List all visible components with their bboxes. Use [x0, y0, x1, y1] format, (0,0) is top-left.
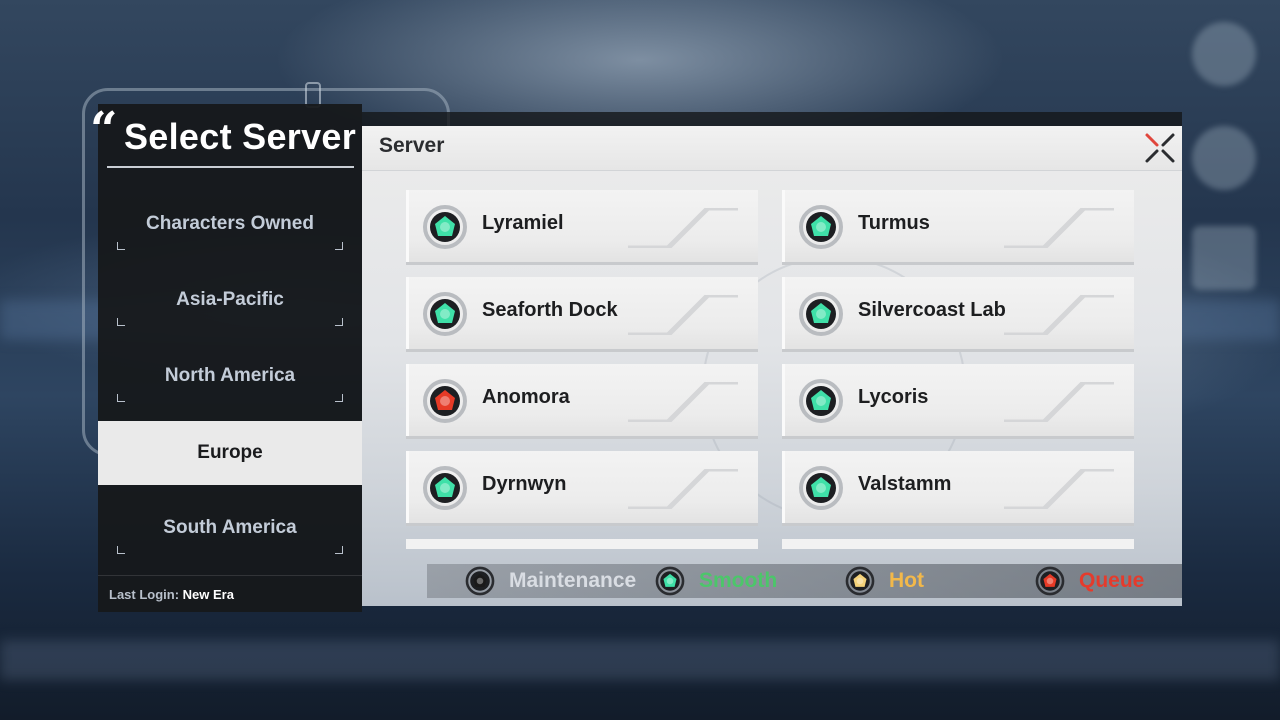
- server-card[interactable]: Dyrnwyn: [406, 451, 758, 523]
- corner-bracket-decor: [335, 394, 343, 402]
- region-tab-label: North America: [164, 365, 296, 386]
- server-card[interactable]: Lyramiel: [406, 190, 758, 262]
- corner-bracket-decor: [117, 242, 125, 250]
- server-card[interactable]: Valstamm: [782, 451, 1134, 523]
- window-title: Server: [379, 134, 445, 157]
- server-card[interactable]: Seaforth Dock: [406, 277, 758, 349]
- region-tab[interactable]: South America: [98, 496, 362, 560]
- card-edge-decor: [406, 190, 409, 262]
- card-stripe-decor: [1004, 295, 1114, 335]
- server-name: Seaforth Dock: [482, 299, 618, 321]
- side-menu-icon: [1192, 226, 1256, 290]
- legend-item: Maintenance: [465, 564, 636, 598]
- server-status: [798, 465, 844, 511]
- last-login: Last Login: New Era: [109, 587, 234, 602]
- card-stripe-decor: [628, 295, 738, 335]
- server-card[interactable]: Silvercoast Lab: [782, 277, 1134, 349]
- status-smooth-icon: [799, 379, 843, 423]
- card-edge-decor: [782, 190, 785, 262]
- status-smooth-icon: [423, 205, 467, 249]
- server-status: [422, 465, 468, 511]
- page-title: Select Server: [124, 116, 357, 157]
- server-card-partial: [406, 539, 758, 549]
- server-name: Valstamm: [858, 473, 952, 495]
- card-stripe-decor: [1004, 382, 1114, 422]
- server-card[interactable]: Lycoris: [782, 364, 1134, 436]
- title-underline: [107, 166, 354, 168]
- side-menu-icon: [1192, 126, 1256, 190]
- legend-label: Queue: [1079, 569, 1145, 592]
- server-status: [422, 378, 468, 424]
- card-edge-decor: [782, 277, 785, 349]
- card-edge-decor: [782, 451, 785, 523]
- window-shadow: [362, 112, 1182, 126]
- server-name: Lyramiel: [482, 212, 564, 234]
- region-tab[interactable]: Asia-Pacific: [98, 268, 362, 332]
- server-window: Server Lyramiel Turmus Seaforth Dock Silver…: [362, 126, 1182, 606]
- divider: [98, 575, 362, 576]
- quote-mark-icon: “: [90, 102, 118, 158]
- server-status: [798, 291, 844, 337]
- status-smooth-icon: [655, 566, 685, 596]
- server-name: Dyrnwyn: [482, 473, 567, 495]
- card-edge-decor: [406, 451, 409, 523]
- server-status: [798, 204, 844, 250]
- status-maintenance-icon: [465, 566, 495, 596]
- legend-item: Smooth: [655, 564, 777, 598]
- status-smooth-icon: [423, 466, 467, 510]
- server-card[interactable]: Anomora: [406, 364, 758, 436]
- status-smooth-icon: [799, 292, 843, 336]
- status-smooth-icon: [799, 205, 843, 249]
- card-stripe-decor: [1004, 208, 1114, 248]
- close-button[interactable]: [1144, 132, 1176, 164]
- server-name: Anomora: [482, 386, 570, 408]
- region-tab-label: Europe: [197, 442, 263, 463]
- card-edge-decor: [406, 364, 409, 436]
- status-hot-icon: [845, 566, 875, 596]
- legend-label: Hot: [889, 569, 924, 592]
- status-legend: Maintenance Smooth Hot Queue: [427, 564, 1182, 598]
- legend-item: Hot: [845, 564, 924, 598]
- status-smooth-icon: [799, 466, 843, 510]
- server-status: [422, 291, 468, 337]
- card-stripe-decor: [1004, 469, 1114, 509]
- server-name: Lycoris: [858, 386, 929, 408]
- server-status: [798, 378, 844, 424]
- last-login-label: Last Login:: [109, 587, 180, 602]
- card-stripe-decor: [628, 382, 738, 422]
- status-smooth-icon: [423, 292, 467, 336]
- server-name: Silvercoast Lab: [858, 299, 1006, 321]
- card-stripe-decor: [628, 469, 738, 509]
- region-tab-label: Asia-Pacific: [176, 289, 284, 310]
- corner-bracket-decor: [335, 318, 343, 326]
- corner-bracket-decor: [335, 546, 343, 554]
- server-card[interactable]: Turmus: [782, 190, 1134, 262]
- card-stripe-decor: [628, 208, 738, 248]
- server-status: [422, 204, 468, 250]
- region-tab[interactable]: Characters Owned: [98, 192, 362, 256]
- corner-bracket-decor: [335, 242, 343, 250]
- last-login-value: New Era: [182, 587, 234, 602]
- server-card-partial: [782, 539, 1134, 549]
- corner-bracket-decor: [117, 546, 125, 554]
- server-name: Turmus: [858, 212, 930, 234]
- card-edge-decor: [782, 364, 785, 436]
- window-header: Server: [362, 126, 1182, 171]
- card-edge-decor: [406, 277, 409, 349]
- side-menu-icon: [1192, 22, 1256, 86]
- status-queue-icon: [1035, 566, 1065, 596]
- region-tab[interactable]: Europe: [98, 421, 362, 485]
- status-queue-icon: [423, 379, 467, 423]
- region-tab[interactable]: North America: [98, 344, 362, 408]
- legend-label: Maintenance: [509, 569, 637, 592]
- corner-bracket-decor: [117, 318, 125, 326]
- legend-item: Queue: [1035, 564, 1144, 598]
- corner-bracket-decor: [117, 394, 125, 402]
- region-tab-label: South America: [163, 517, 297, 538]
- legend-label: Smooth: [699, 569, 778, 592]
- close-icon: [1145, 133, 1175, 163]
- region-tab-label: Characters Owned: [146, 213, 314, 234]
